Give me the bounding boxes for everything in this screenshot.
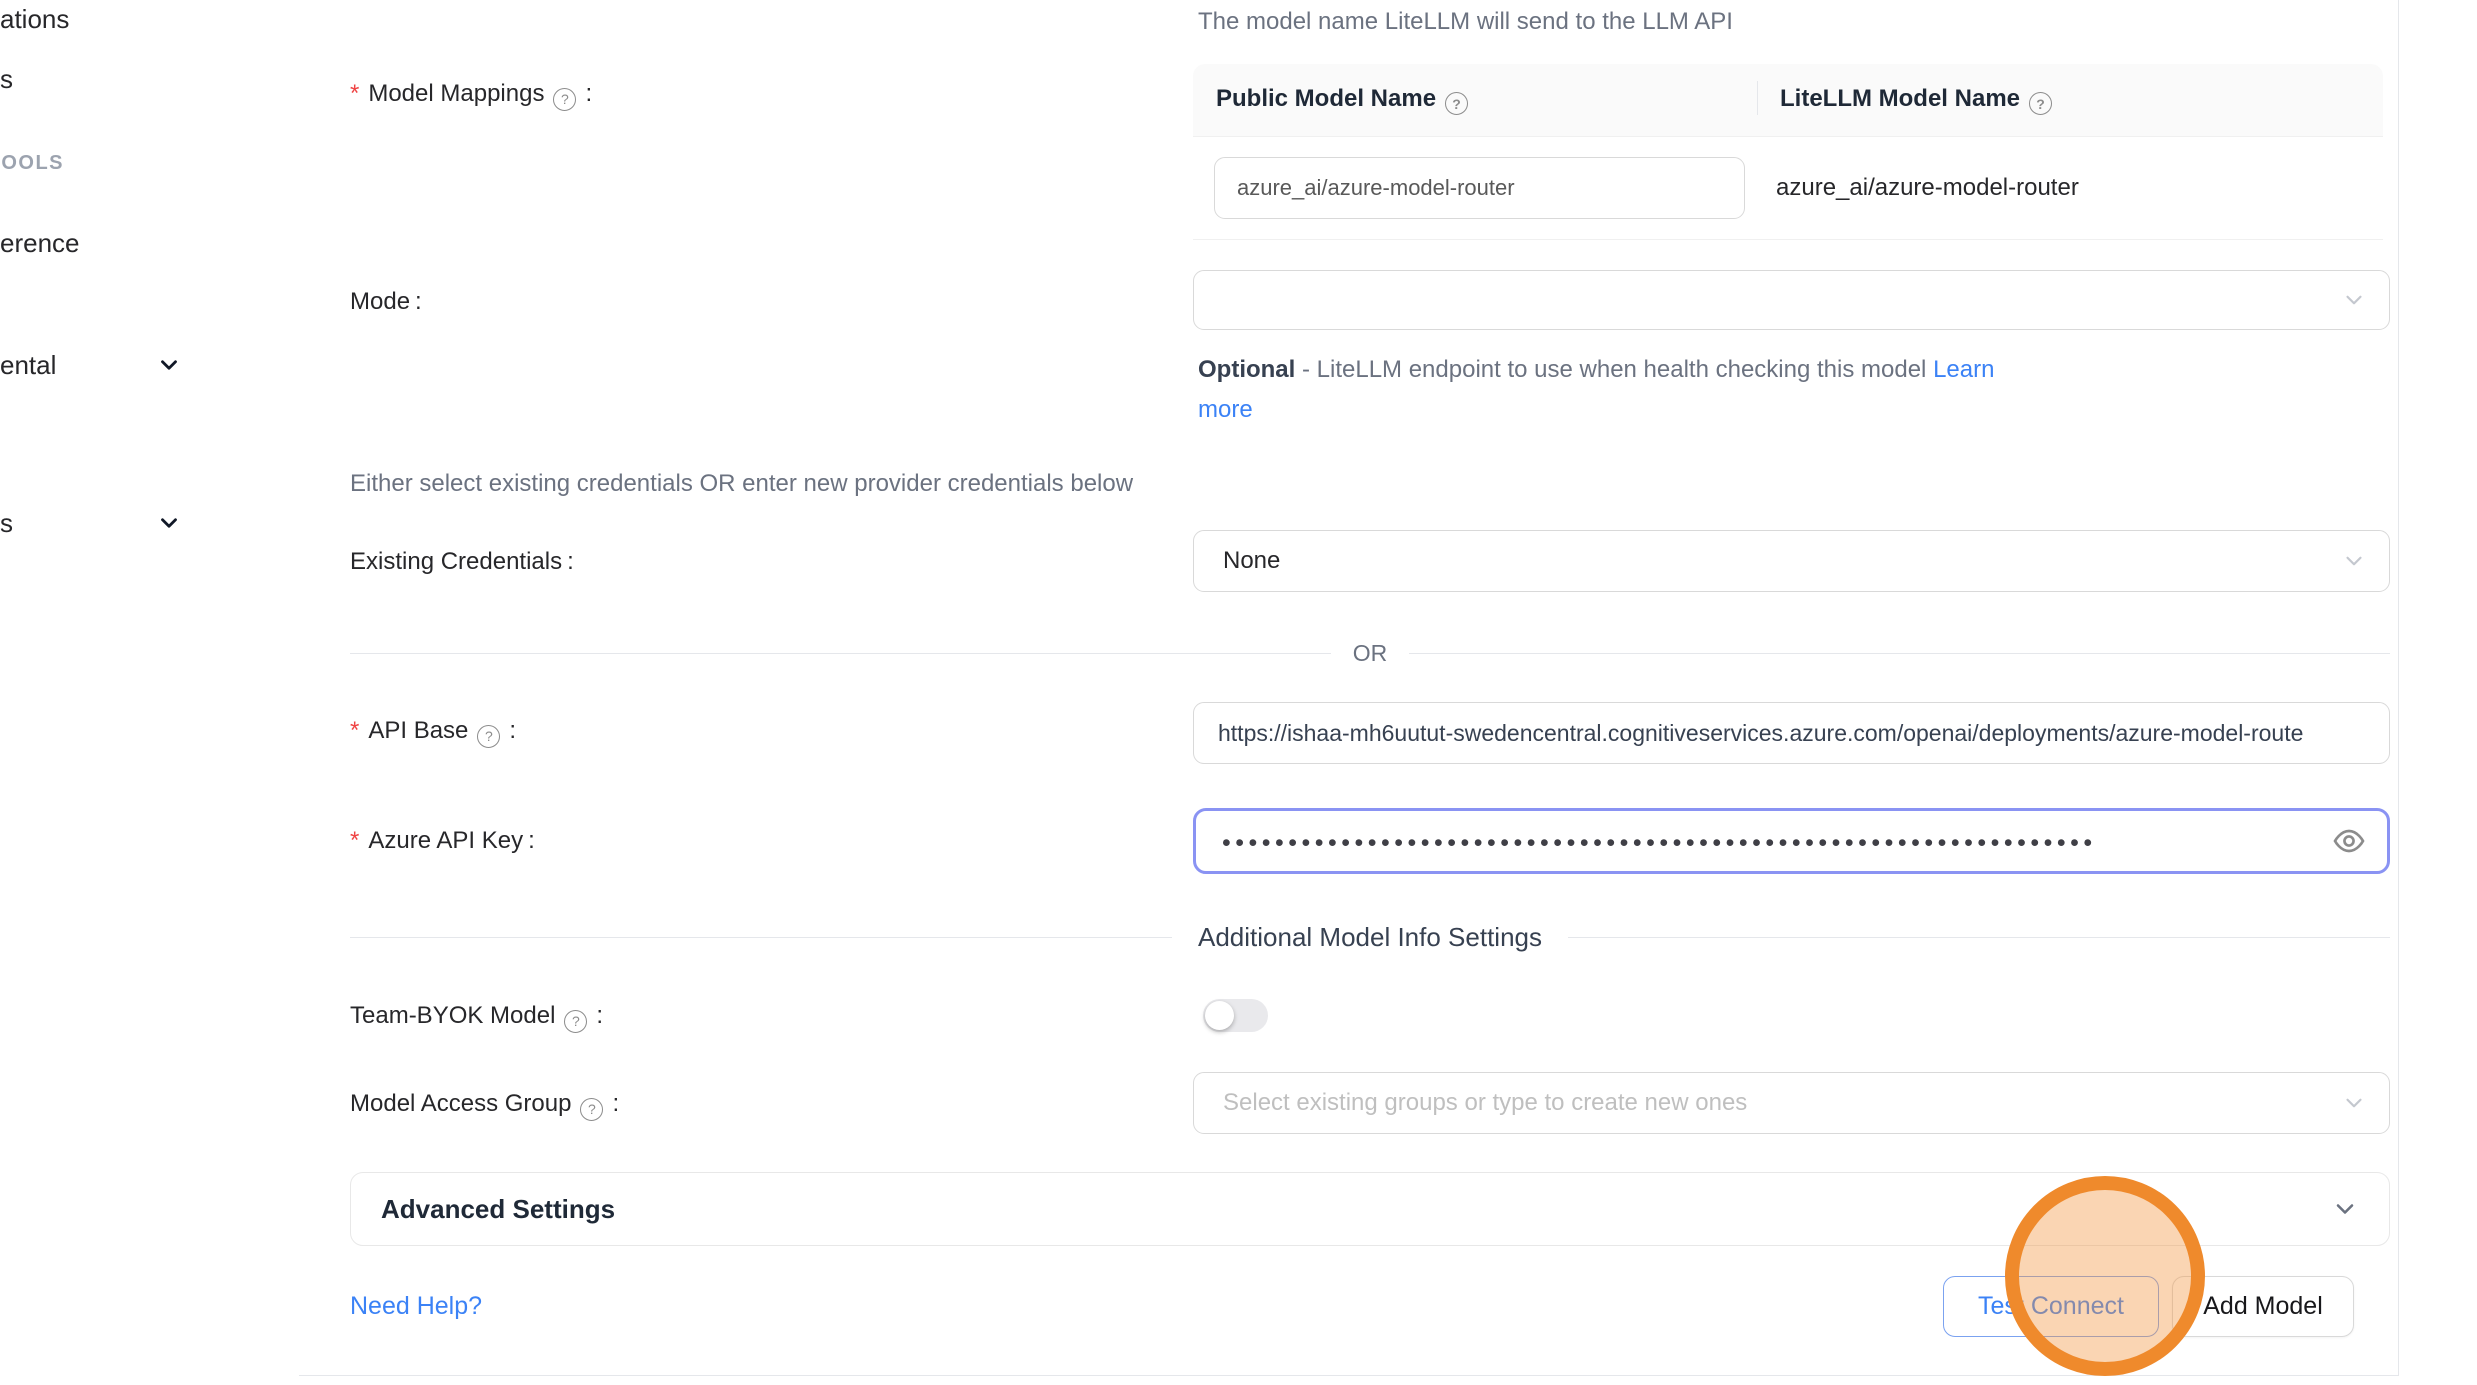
sidebar-item-label: s — [0, 508, 13, 538]
team-byok-label: Team-BYOK Model?: — [350, 1002, 603, 1033]
or-divider: OR — [350, 640, 2390, 667]
sidebar-item-api-reference[interactable]: erence — [0, 228, 80, 259]
need-help-link[interactable]: Need Help? — [350, 1292, 482, 1321]
eye-icon[interactable] — [2333, 825, 2365, 857]
sidebar-section-tools: TOOLS — [0, 152, 64, 175]
team-byok-toggle[interactable] — [1203, 999, 1268, 1032]
litellm-model-name-helper: The model name LiteLLM will send to the … — [1198, 8, 1733, 36]
required-asterisk: * — [350, 717, 359, 744]
table-header-row: Public Model Name? LiteLLM Model Name? — [1193, 64, 2383, 137]
sidebar-item-label: ental — [0, 350, 56, 380]
sidebar-item-label: ations — [0, 4, 69, 34]
api-base-label: *API Base?: — [350, 717, 516, 748]
sidebar-item-organizations[interactable]: ations — [0, 4, 69, 35]
model-access-group-select[interactable] — [1193, 1072, 2390, 1134]
help-icon[interactable]: ? — [564, 1010, 587, 1033]
help-icon[interactable]: ? — [2029, 92, 2052, 115]
toggle-knob — [1205, 1001, 1234, 1030]
existing-credentials-label: Existing Credentials: — [350, 548, 574, 576]
model-mappings-table: Public Model Name? LiteLLM Model Name? a… — [1193, 64, 2383, 240]
model-access-group-label: Model Access Group?: — [350, 1090, 619, 1121]
public-model-name-input[interactable] — [1214, 157, 1745, 219]
add-model-page: ations s TOOLS erence ental s The model … — [0, 0, 2477, 1385]
chevron-down-icon[interactable] — [156, 352, 182, 378]
content-bottom-border — [299, 1375, 2399, 1376]
chevron-down-icon[interactable] — [156, 510, 182, 536]
help-icon[interactable]: ? — [580, 1098, 603, 1121]
test-connect-button[interactable]: Test Connect — [1943, 1276, 2159, 1337]
mode-label: Mode: — [350, 288, 422, 316]
azure-api-key-label: *Azure API Key: — [350, 827, 535, 855]
help-icon[interactable]: ? — [477, 725, 500, 748]
content-right-border — [2398, 0, 2399, 1376]
mode-select[interactable] — [1193, 270, 2390, 330]
chevron-down-icon — [2331, 1195, 2359, 1223]
help-icon[interactable]: ? — [553, 88, 576, 111]
sidebar: ations s TOOLS erence ental s — [0, 0, 299, 1385]
header-public-model-name: Public Model Name? — [1193, 85, 1757, 116]
additional-info-divider: Additional Model Info Settings — [350, 922, 2390, 953]
advanced-settings-title: Advanced Settings — [381, 1194, 615, 1225]
sidebar-item-label: s — [0, 64, 13, 94]
sidebar-item-users[interactable]: s — [0, 64, 13, 95]
table-row: azure_ai/azure-model-router — [1193, 137, 2383, 240]
chevron-down-icon — [2341, 1090, 2367, 1116]
help-icon[interactable]: ? — [1445, 92, 1468, 115]
existing-credentials-select[interactable]: None — [1193, 530, 2390, 592]
model-access-group-input[interactable] — [1223, 1089, 2333, 1117]
required-asterisk: * — [350, 80, 359, 107]
required-asterisk: * — [350, 827, 359, 854]
header-litellm-model-name: LiteLLM Model Name? — [1757, 85, 2056, 116]
mode-helper-text: Optional - LiteLLM endpoint to use when … — [1198, 350, 2028, 430]
litellm-model-name-value: azure_ai/azure-model-router — [1776, 174, 2079, 202]
sidebar-section-label: TOOLS — [0, 152, 64, 174]
api-base-input[interactable] — [1193, 702, 2390, 764]
sidebar-item-settings[interactable]: s — [0, 508, 13, 539]
sidebar-item-experimental[interactable]: ental — [0, 350, 56, 381]
selected-value: None — [1223, 547, 1280, 575]
sidebar-item-label: erence — [0, 228, 80, 258]
azure-api-key-input[interactable]: ••••••••••••••••••••••••••••••••••••••••… — [1193, 808, 2390, 874]
advanced-settings-panel[interactable]: Advanced Settings — [350, 1172, 2390, 1246]
add-model-button[interactable]: Add Model — [2172, 1276, 2354, 1337]
chevron-down-icon — [2341, 287, 2367, 313]
masked-password-value: ••••••••••••••••••••••••••••••••••••••••… — [1222, 829, 2097, 858]
chevron-down-icon — [2341, 548, 2367, 574]
credentials-note: Either select existing credentials OR en… — [350, 470, 1133, 498]
model-mappings-label: *Model Mappings?: — [350, 80, 592, 111]
